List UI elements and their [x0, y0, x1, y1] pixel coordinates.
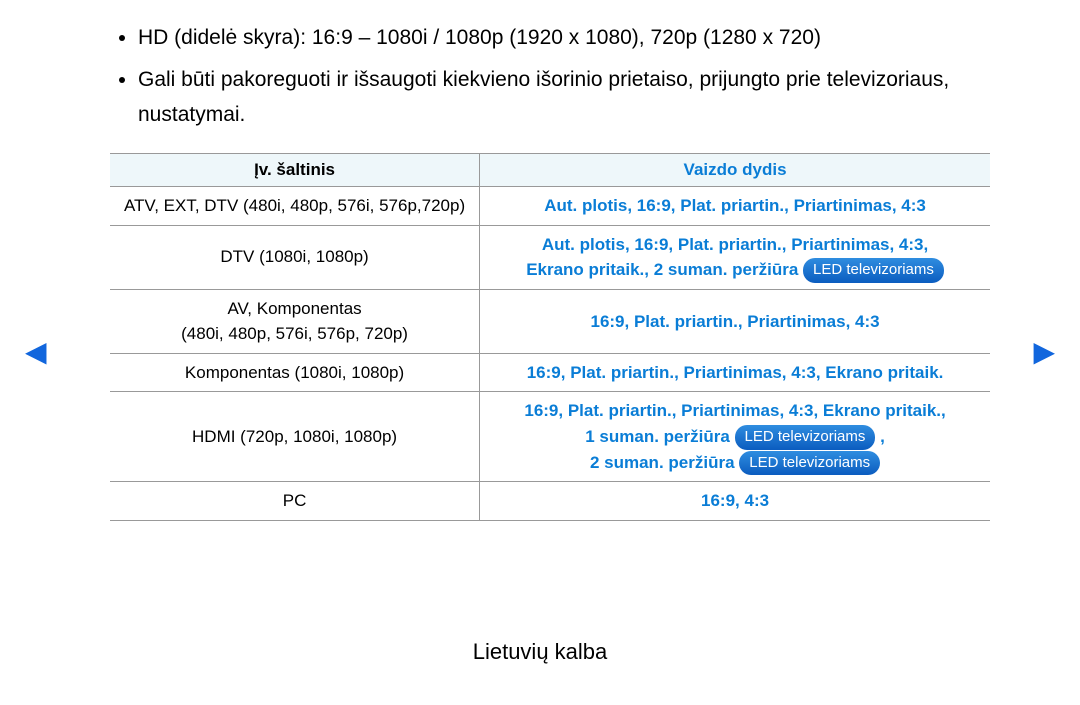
led-badge: LED televizoriams	[735, 425, 876, 450]
led-badge: LED televizoriams	[803, 258, 944, 283]
cell-size: 16:9, Plat. priartin., Priartinimas, 4:3…	[480, 353, 990, 392]
bullet-item: HD (didelė skyra): 16:9 – 1080i / 1080p …	[138, 20, 970, 56]
table-row: AV, Komponentas (480i, 480p, 576i, 576p,…	[110, 289, 990, 353]
table-row: HDMI (720p, 1080i, 1080p) 16:9, Plat. pr…	[110, 392, 990, 482]
led-badge: LED televizoriams	[739, 451, 880, 476]
table-row: ATV, EXT, DTV (480i, 480p, 576i, 576p,72…	[110, 187, 990, 226]
cell-source: PC	[110, 482, 480, 521]
cell-size: 16:9, 4:3	[480, 482, 990, 521]
cell-source: AV, Komponentas (480i, 480p, 576i, 576p,…	[110, 289, 480, 353]
bullet-item: Gali būti pakoreguoti ir išsaugoti kiekv…	[138, 62, 970, 133]
bullet-list: HD (didelė skyra): 16:9 – 1080i / 1080p …	[110, 20, 970, 133]
page-content: HD (didelė skyra): 16:9 – 1080i / 1080p …	[0, 0, 1080, 521]
picture-size-table: Įv. šaltinis Vaizdo dydis ATV, EXT, DTV …	[110, 153, 990, 521]
table-row: PC 16:9, 4:3	[110, 482, 990, 521]
next-page-arrow[interactable]: ▶	[1033, 335, 1055, 368]
prev-page-arrow[interactable]: ◀	[25, 335, 47, 368]
cell-size: Aut. plotis, 16:9, Plat. priartin., Pria…	[480, 187, 990, 226]
table-header-size: Vaizdo dydis	[480, 154, 990, 187]
cell-source: ATV, EXT, DTV (480i, 480p, 576i, 576p,72…	[110, 187, 480, 226]
table-header-source: Įv. šaltinis	[110, 154, 480, 187]
cell-size: 16:9, Plat. priartin., Priartinimas, 4:3…	[480, 392, 990, 482]
cell-size: 16:9, Plat. priartin., Priartinimas, 4:3	[480, 289, 990, 353]
cell-source: HDMI (720p, 1080i, 1080p)	[110, 392, 480, 482]
cell-source: Komponentas (1080i, 1080p)	[110, 353, 480, 392]
cell-source: DTV (1080i, 1080p)	[110, 225, 480, 289]
footer-language: Lietuvių kalba	[0, 639, 1080, 665]
table-row: DTV (1080i, 1080p) Aut. plotis, 16:9, Pl…	[110, 225, 990, 289]
table-row: Komponentas (1080i, 1080p) 16:9, Plat. p…	[110, 353, 990, 392]
cell-size: Aut. plotis, 16:9, Plat. priartin., Pria…	[480, 225, 990, 289]
